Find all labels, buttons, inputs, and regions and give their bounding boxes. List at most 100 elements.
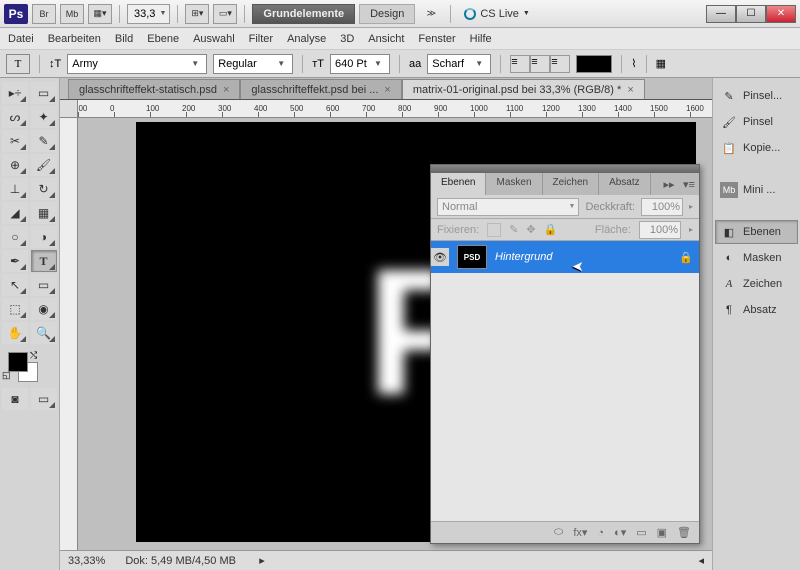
panel-tab-absatz[interactable]: Absatz: [599, 173, 651, 195]
layer-thumb[interactable]: PSD: [457, 245, 487, 269]
menu-ebene[interactable]: Ebene: [147, 33, 179, 45]
status-zoom[interactable]: 33,33%: [68, 555, 105, 567]
ruler-horizontal[interactable]: 1000100200300400500600700800900100011001…: [78, 100, 712, 118]
close-icon[interactable]: ×: [223, 84, 229, 96]
screen-mode-button[interactable]: ▭▾: [213, 4, 237, 24]
rp-pinsel[interactable]: 🖌Pinsel: [715, 110, 798, 134]
panel-menu-icon[interactable]: ▾≡: [679, 173, 699, 195]
bridge-button[interactable]: Br: [32, 4, 56, 24]
zoom-tool[interactable]: 🔍: [31, 322, 57, 344]
menu-filter[interactable]: Filter: [249, 33, 273, 45]
move-tool[interactable]: ▸÷: [2, 82, 28, 104]
rp-masken[interactable]: ◐Masken: [715, 246, 798, 270]
menu-analyse[interactable]: Analyse: [287, 33, 326, 45]
current-tool-icon[interactable]: T: [6, 54, 30, 74]
text-color-swatch[interactable]: [576, 55, 612, 73]
doc-tab-1[interactable]: glasschrifteffekt.psd bei ...×: [240, 79, 401, 99]
ruler-vertical[interactable]: [60, 118, 78, 550]
opacity-input[interactable]: 100%: [641, 198, 683, 216]
menu-ansicht[interactable]: Ansicht: [368, 33, 404, 45]
hand-tool[interactable]: ✋: [2, 322, 28, 344]
color-swatches[interactable]: ⤭ ◱: [2, 350, 57, 386]
lock-pixels-icon[interactable]: ✎: [509, 223, 518, 236]
menu-datei[interactable]: Datei: [8, 33, 34, 45]
default-colors-icon[interactable]: ◱: [2, 370, 11, 381]
workspace-design[interactable]: Design: [359, 4, 415, 24]
type-tool[interactable]: T: [31, 250, 57, 272]
path-tool[interactable]: ↖: [2, 274, 28, 296]
lasso-tool[interactable]: ᔕ: [2, 106, 28, 128]
ruler-origin[interactable]: [60, 100, 78, 118]
status-doc[interactable]: Dok: 5,49 MB/4,50 MB: [125, 555, 236, 567]
group-icon[interactable]: ▭: [636, 526, 646, 539]
window-close[interactable]: ✕: [766, 5, 796, 23]
align-left[interactable]: ≡: [510, 55, 530, 73]
panel-tab-zeichen[interactable]: Zeichen: [543, 173, 600, 195]
pen-tool[interactable]: ✒: [2, 250, 28, 272]
rp-absatz[interactable]: ¶Absatz: [715, 298, 798, 322]
rp-minibridge[interactable]: MbMini ...: [715, 178, 798, 202]
eraser-tool[interactable]: ◢: [2, 202, 28, 224]
cslive-button[interactable]: CS Live ▼: [464, 8, 529, 20]
blur-tool[interactable]: ○: [2, 226, 28, 248]
blend-mode-combo[interactable]: Normal: [437, 198, 579, 216]
text-orientation-icon[interactable]: ↕T: [49, 58, 61, 70]
3dcam-tool[interactable]: ◉: [31, 298, 57, 320]
crop-tool[interactable]: ✂: [2, 130, 28, 152]
scroll-left-icon[interactable]: ◂: [698, 554, 704, 567]
panels-icon[interactable]: ▦: [656, 57, 666, 70]
menu-bearbeiten[interactable]: Bearbeiten: [48, 33, 101, 45]
panel-tab-masken[interactable]: Masken: [486, 173, 542, 195]
wand-tool[interactable]: ✦: [31, 106, 57, 128]
visibility-icon[interactable]: 👁: [431, 248, 449, 266]
link-layers-icon[interactable]: ⬭: [554, 526, 563, 539]
trash-icon[interactable]: 🗑: [677, 526, 691, 539]
view-extras-button[interactable]: ▦▾: [88, 4, 112, 24]
panel-grip[interactable]: [431, 165, 699, 173]
lock-trans-icon[interactable]: [487, 223, 501, 237]
stamp-tool[interactable]: ⊥: [2, 178, 28, 200]
arrange-button[interactable]: ⊞▾: [185, 4, 209, 24]
fill-input[interactable]: 100%: [639, 221, 681, 239]
collapse-icon[interactable]: ▸▸: [659, 173, 679, 195]
dodge-tool[interactable]: ◑: [31, 226, 57, 248]
new-layer-icon[interactable]: ▣: [657, 526, 667, 539]
align-center[interactable]: ≡: [530, 55, 550, 73]
fg-color[interactable]: [8, 352, 28, 372]
marquee-tool[interactable]: ▭: [31, 82, 57, 104]
gradient-tool[interactable]: ▦: [31, 202, 57, 224]
doc-tab-0[interactable]: glasschrifteffekt-statisch.psd×: [68, 79, 240, 99]
window-minimize[interactable]: —: [706, 5, 736, 23]
swap-colors-icon[interactable]: ⤭: [30, 350, 37, 361]
mask-icon[interactable]: ◔: [597, 527, 604, 539]
layer-name[interactable]: Hintergrund: [495, 251, 671, 263]
lock-pos-icon[interactable]: ✥: [526, 223, 535, 236]
menu-hilfe[interactable]: Hilfe: [470, 33, 492, 45]
align-right[interactable]: ≡: [550, 55, 570, 73]
close-icon[interactable]: ×: [627, 84, 633, 96]
antialias-combo[interactable]: Scharf▼: [427, 54, 491, 74]
shape-tool[interactable]: ▭: [31, 274, 57, 296]
screenmode-tool[interactable]: ▭: [31, 388, 57, 410]
menu-3d[interactable]: 3D: [340, 33, 354, 45]
status-menu-icon[interactable]: ▸: [256, 554, 268, 567]
warp-text-icon[interactable]: ⌇: [631, 57, 636, 70]
menu-fenster[interactable]: Fenster: [418, 33, 455, 45]
workspace-more[interactable]: ≫: [419, 4, 443, 24]
3d-tool[interactable]: ⬚: [2, 298, 28, 320]
minibridge-button[interactable]: Mb: [60, 4, 84, 24]
rp-ebenen[interactable]: ◧Ebenen: [715, 220, 798, 244]
window-maximize[interactable]: ☐: [736, 5, 766, 23]
workspace-grundelemente[interactable]: Grundelemente: [252, 4, 355, 24]
font-style-combo[interactable]: Regular▼: [213, 54, 293, 74]
panel-tab-ebenen[interactable]: Ebenen: [431, 173, 486, 195]
rp-zeichen[interactable]: AZeichen: [715, 272, 798, 296]
fx-icon[interactable]: fx▾: [573, 526, 587, 539]
rp-kopie[interactable]: 📋Kopie...: [715, 136, 798, 160]
font-size-combo[interactable]: 640 Pt▼: [330, 54, 390, 74]
history-brush-tool[interactable]: ↻: [31, 178, 57, 200]
adjust-icon[interactable]: ◐▾: [614, 526, 626, 539]
layers-list[interactable]: 👁 PSD Hintergrund 🔒: [431, 241, 699, 521]
heal-tool[interactable]: ⊕: [2, 154, 28, 176]
layers-panel[interactable]: Ebenen Masken Zeichen Absatz ▸▸ ▾≡ Norma…: [430, 164, 700, 544]
